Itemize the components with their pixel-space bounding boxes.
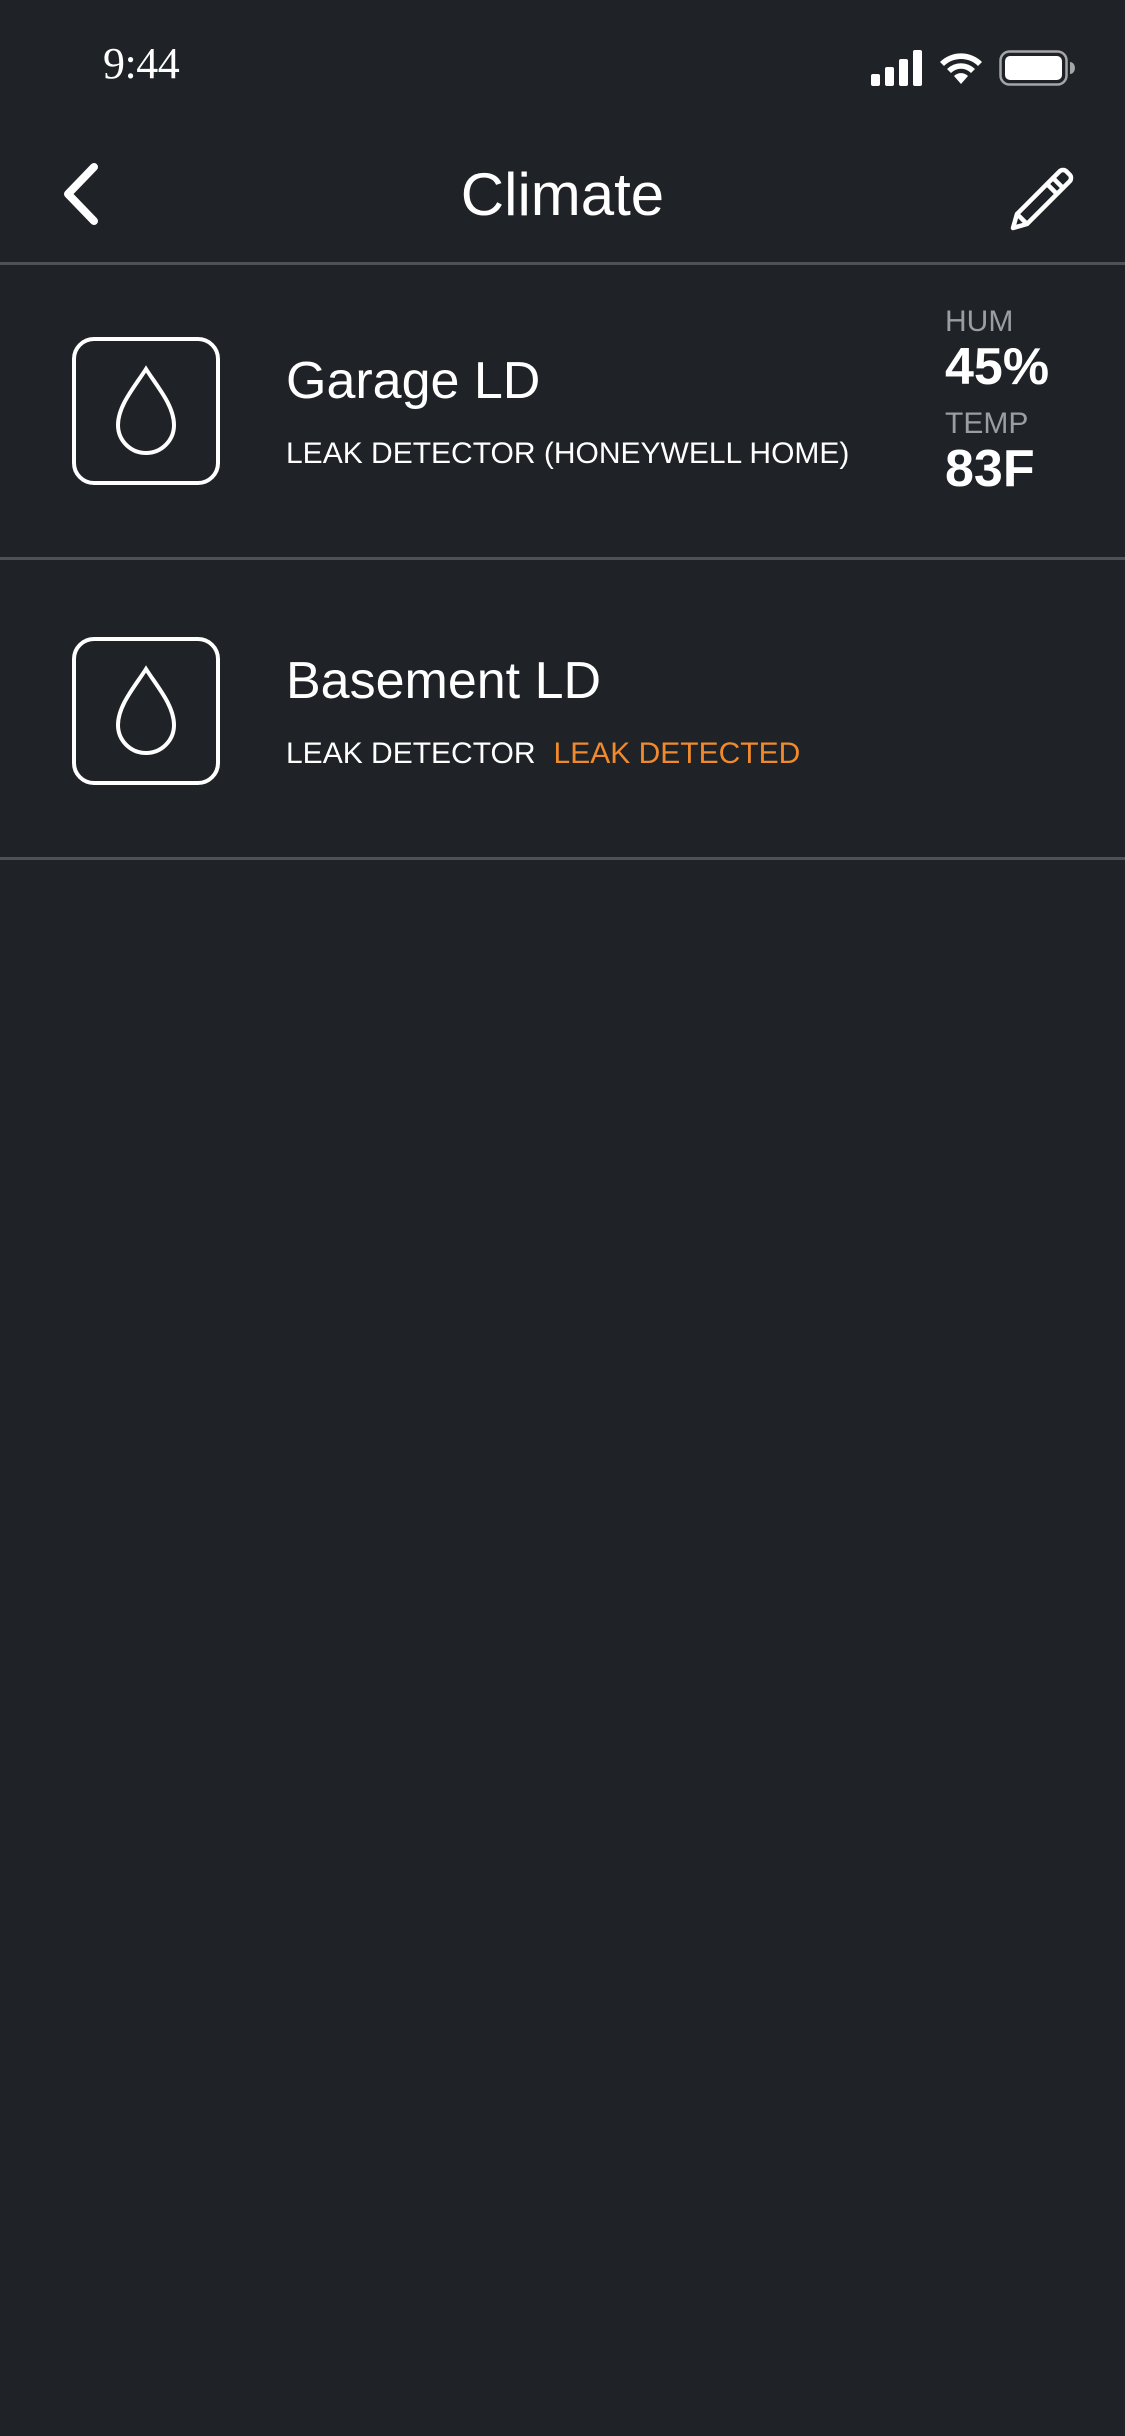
device-type: LEAK DETECTOR bbox=[286, 737, 536, 770]
nav-bar: Climate bbox=[0, 132, 1125, 262]
temperature-value: 83F bbox=[945, 440, 1035, 498]
pencil-icon bbox=[1010, 167, 1074, 231]
edit-button[interactable] bbox=[995, 154, 1085, 244]
water-drop-icon bbox=[115, 665, 177, 755]
row-divider bbox=[0, 857, 1125, 860]
temperature-label: TEMP bbox=[945, 407, 1029, 440]
cellular-signal-icon bbox=[871, 50, 922, 86]
status-bar: 9:44 bbox=[0, 0, 1125, 132]
device-icon-tile bbox=[72, 337, 220, 485]
device-subtitle: LEAK DETECTOR LEAK DETECTED bbox=[286, 737, 800, 771]
device-name: Garage LD bbox=[286, 352, 541, 410]
device-readings: HUM 45% TEMP 83F bbox=[945, 305, 1115, 509]
row-divider bbox=[0, 557, 1125, 560]
leak-alert-status: LEAK DETECTED bbox=[553, 737, 801, 770]
device-type: LEAK DETECTOR (HONEYWELL HOME) bbox=[286, 437, 850, 470]
humidity-value: 45% bbox=[945, 338, 1050, 396]
device-icon-tile bbox=[72, 637, 220, 785]
device-row-basement[interactable]: Basement LD LEAK DETECTOR LEAK DETECTED bbox=[0, 565, 1125, 862]
page-title: Climate bbox=[460, 161, 665, 228]
water-drop-icon bbox=[115, 365, 177, 455]
battery-icon bbox=[999, 50, 1075, 86]
status-time: 9:44 bbox=[103, 39, 180, 88]
humidity-label: HUM bbox=[945, 305, 1014, 338]
device-row-garage[interactable]: Garage LD LEAK DETECTOR (HONEYWELL HOME)… bbox=[0, 265, 1125, 562]
status-icons bbox=[871, 50, 1081, 90]
wifi-icon bbox=[940, 53, 982, 84]
device-name: Basement LD bbox=[286, 652, 602, 710]
